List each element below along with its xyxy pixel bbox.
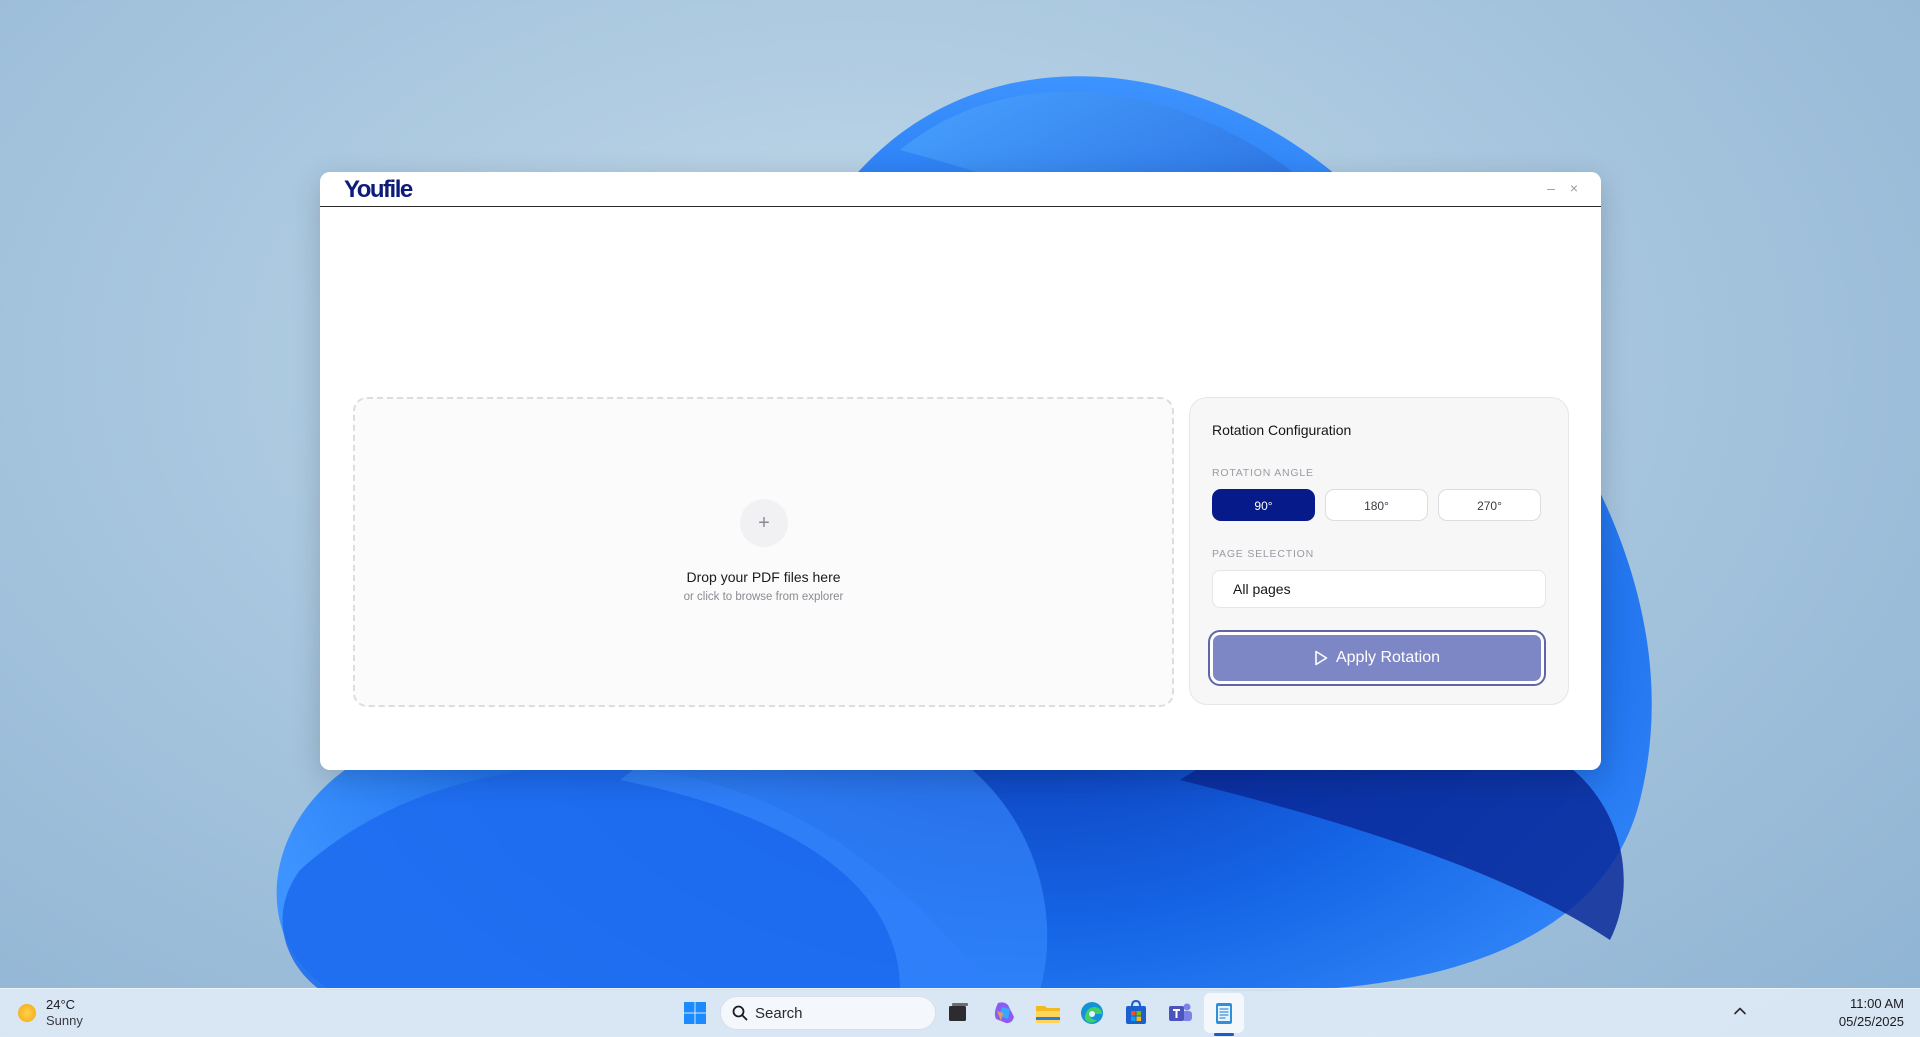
system-clock[interactable]: 11:00 AM 05/25/2025	[1839, 995, 1904, 1031]
taskbar: 24°C Sunny Search 11:00 AM 05/25/2025	[0, 988, 1920, 1037]
config-title: Rotation Configuration	[1212, 422, 1352, 438]
pdf-drop-zone[interactable]: + Drop your PDF files here or click to b…	[353, 397, 1174, 707]
weather-widget[interactable]: 24°C Sunny	[18, 997, 83, 1029]
weather-condition: Sunny	[46, 1013, 83, 1028]
apply-rotation-button[interactable]: Apply Rotation	[1210, 632, 1544, 684]
page-selection-input[interactable]	[1212, 570, 1546, 608]
drop-zone-subtitle: or click to browse from explorer	[683, 591, 844, 603]
youfile-logo: Youfile	[344, 176, 413, 203]
copilot-icon[interactable]	[988, 997, 1020, 1029]
tray-chevron-up-icon[interactable]	[1730, 1001, 1750, 1021]
rotation-config-panel: Rotation Configuration ROTATION ANGLE 90…	[1189, 397, 1569, 705]
angle-180-button[interactable]: 180°	[1325, 489, 1428, 521]
weather-sun-icon	[18, 1004, 36, 1022]
clock-date: 05/25/2025	[1838, 1014, 1904, 1029]
search-icon	[732, 1005, 748, 1021]
minimize-button[interactable]: –	[1541, 178, 1561, 198]
add-file-icon[interactable]: +	[740, 499, 788, 547]
angle-270-button[interactable]: 270°	[1438, 489, 1541, 521]
edge-icon[interactable]	[1076, 997, 1108, 1029]
clock-time: 11:00 AM	[1850, 996, 1904, 1011]
rotation-angle-label: ROTATION ANGLE	[1212, 467, 1314, 479]
weather-temperature: 24°C	[46, 997, 76, 1012]
drop-zone-title: Drop your PDF files here	[686, 569, 841, 585]
search-label: Search	[755, 1005, 803, 1022]
store-icon[interactable]	[1120, 997, 1152, 1029]
angle-90-button[interactable]: 90°	[1212, 489, 1315, 521]
apply-rotation-label: Apply Rotation	[1335, 649, 1441, 666]
task-view-icon[interactable]	[942, 997, 974, 1029]
app-window: Youfile – × + Drop your PDF files here o…	[320, 172, 1601, 770]
notepad-icon[interactable]	[1208, 997, 1240, 1029]
taskbar-search[interactable]: Search	[720, 996, 936, 1030]
windows-start-icon[interactable]	[679, 997, 711, 1029]
title-bar: Youfile – ×	[320, 172, 1601, 207]
teams-icon[interactable]	[1164, 997, 1196, 1029]
close-button[interactable]: ×	[1564, 178, 1584, 198]
play-icon	[1315, 650, 1328, 666]
file-explorer-icon[interactable]	[1032, 997, 1064, 1029]
page-selection-label: PAGE SELECTION	[1212, 548, 1315, 560]
